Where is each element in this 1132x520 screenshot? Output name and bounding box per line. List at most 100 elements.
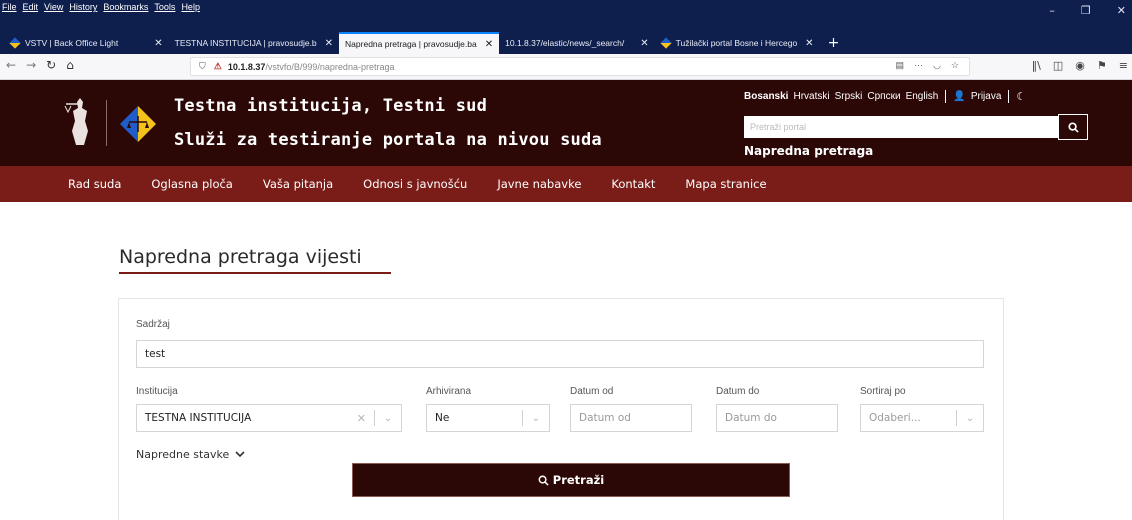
sidebar-icon[interactable]: ◫ <box>1053 59 1063 72</box>
tab-close-icon[interactable]: ✕ <box>154 38 162 49</box>
new-tab-icon[interactable]: + <box>820 35 848 54</box>
url-bar[interactable]: ⛉ ⚠ 10.1.8.37 /vstvfo/B/999/napredna-pre… <box>190 57 970 76</box>
menu-tools[interactable]: Tools <box>154 2 175 12</box>
nav-buttons: ← → ↻ ⌂ <box>6 58 74 72</box>
home-icon[interactable]: ⌂ <box>66 58 74 72</box>
window-controls: – ❐ ✕ <box>1049 4 1126 17</box>
institution-value: TESTNA INSTITUCIJA <box>145 412 252 424</box>
overflow-menu-icon[interactable]: ≡ <box>1119 59 1128 72</box>
url-host: 10.1.8.37 <box>227 61 266 72</box>
sort-select[interactable]: Odaberi... ⌄ <box>860 404 984 432</box>
content-value: test <box>145 348 166 360</box>
tab-back-office[interactable]: VSTV | Back Office Light ✕ <box>4 32 169 54</box>
nav-javne-nabavke[interactable]: Javne nabavke <box>497 177 581 191</box>
justice-statue-icon[interactable] <box>62 94 98 150</box>
toolbar-icons: ‖\ ◫ ◉ ⚑ ≡ <box>1032 59 1128 72</box>
nav-mapa-stranice[interactable]: Mapa stranice <box>685 177 766 191</box>
menu-view[interactable]: View <box>44 2 63 12</box>
restore-icon[interactable]: ❐ <box>1081 4 1091 17</box>
tab-napredna-pretraga[interactable]: Napredna pretraga | pravosudje.ba ✕ <box>339 32 500 54</box>
sort-label: Sortiraj po <box>860 386 906 397</box>
advanced-items-toggle[interactable]: Napredne stavke <box>136 448 245 461</box>
bookmark-star-icon[interactable]: ☆ <box>951 60 959 71</box>
nav-rad-suda[interactable]: Rad suda <box>68 177 121 191</box>
lang-english[interactable]: English <box>906 91 939 102</box>
menu-bookmarks[interactable]: Bookmarks <box>103 2 148 12</box>
tab-close-icon[interactable]: ✕ <box>640 38 648 49</box>
back-icon[interactable]: ← <box>6 58 16 72</box>
submit-label: Pretraži <box>552 473 605 487</box>
tab-label: VSTV | Back Office Light <box>25 38 119 48</box>
library-icon[interactable]: ‖\ <box>1032 59 1041 72</box>
tab-elastic-search[interactable]: 10.1.8.37/elastic/news/_search/ ✕ <box>499 32 654 54</box>
menu-list: File Edit View History Bookmarks Tools H… <box>2 2 200 12</box>
lang-srpski-cyrillic[interactable]: Српски <box>867 91 900 102</box>
favicon-icon <box>661 38 672 49</box>
menu-file[interactable]: File <box>2 2 17 12</box>
chevron-down-icon[interactable]: ⌄ <box>523 413 549 424</box>
account-icon[interactable]: ◉ <box>1075 59 1085 72</box>
tab-bar: VSTV | Back Office Light ✕ TESTNA INSTIT… <box>0 30 1132 54</box>
search-icon <box>1067 121 1079 133</box>
menu-edit[interactable]: Edit <box>23 2 39 12</box>
institution-select-controls: ✕ ⌄ <box>357 405 401 431</box>
search-icon <box>538 475 549 486</box>
date-from-input[interactable]: Datum od <box>570 404 692 432</box>
date-to-input[interactable]: Datum do <box>716 404 838 432</box>
main-nav: Rad suda Oglasna ploča Vaša pitanja Odno… <box>0 166 1132 202</box>
nav-kontakt[interactable]: Kontakt <box>611 177 655 191</box>
sort-select-controls: ⌄ <box>956 405 983 431</box>
menu-help[interactable]: Help <box>181 2 200 12</box>
chevron-down-icon[interactable]: ⌄ <box>375 413 401 424</box>
browser-navbar: ← → ↻ ⌂ ⛉ ⚠ 10.1.8.37 /vstvfo/B/999/napr… <box>0 54 1132 80</box>
nav-oglasna-ploca[interactable]: Oglasna ploča <box>151 177 232 191</box>
archived-select[interactable]: Ne ⌄ <box>426 404 550 432</box>
lang-hrvatski[interactable]: Hrvatski <box>793 91 829 102</box>
nav-odnosi-s-javnoscu[interactable]: Odnosi s javnošću <box>363 177 467 191</box>
institution-select[interactable]: TESTNA INSTITUCIJA ✕ ⌄ <box>136 404 402 432</box>
content-input[interactable]: test <box>136 340 984 368</box>
lang-srpski[interactable]: Srpski <box>835 91 863 102</box>
insecure-lock-icon[interactable]: ⚠ <box>214 61 222 72</box>
tab-testna-institucija[interactable]: TESTNA INSTITUCIJA | pravosudje.b ✕ <box>169 32 339 54</box>
tab-close-icon[interactable]: ✕ <box>485 39 493 50</box>
login-link[interactable]: Prijava <box>971 91 1002 102</box>
chevron-down-icon <box>235 451 245 458</box>
search-submit-button[interactable]: Pretraži <box>352 463 790 497</box>
minimize-icon[interactable]: – <box>1049 4 1055 17</box>
lang-divider <box>945 90 947 103</box>
user-icon[interactable]: 👤 <box>953 91 965 102</box>
close-window-icon[interactable]: ✕ <box>1117 4 1126 17</box>
content-label: Sadržaj <box>136 319 170 330</box>
institution-title[interactable]: Testna institucija, Testni sud <box>174 96 487 116</box>
page-actions-icon[interactable]: ··· <box>914 60 923 71</box>
menu-history[interactable]: History <box>69 2 97 12</box>
advanced-search-link[interactable]: Napredna pretraga <box>744 144 873 158</box>
portal-search-input[interactable] <box>744 116 1058 138</box>
date-to-label: Datum do <box>716 386 760 397</box>
chevron-down-icon[interactable]: ⌄ <box>957 413 983 424</box>
pocket-icon[interactable]: ◡ <box>933 60 941 71</box>
portal-search-button[interactable] <box>1058 114 1088 140</box>
favicon-icon <box>10 38 21 49</box>
reload-icon[interactable]: ↻ <box>46 58 56 72</box>
shield-icon[interactable]: ⛉ <box>199 61 206 72</box>
clear-icon[interactable]: ✕ <box>357 412 374 425</box>
reader-view-icon[interactable]: ▤ <box>896 60 905 71</box>
login-divider <box>1008 90 1010 103</box>
browser-menubar: File Edit View History Bookmarks Tools H… <box>0 0 1132 30</box>
dark-mode-icon[interactable]: ☾ <box>1016 90 1026 103</box>
site-header: Testna institucija, Testni sud Služi za … <box>0 80 1132 166</box>
tab-close-icon[interactable]: ✕ <box>325 38 333 49</box>
tab-tuzilacki-portal[interactable]: Tužilački portal Bosne i Hercego ✕ <box>655 32 820 54</box>
institution-subtitle: Služi za testiranje portala na nivou sud… <box>174 130 602 150</box>
scales-logo-icon[interactable] <box>118 104 158 144</box>
nav-vasa-pitanja[interactable]: Vaša pitanja <box>263 177 333 191</box>
sort-placeholder: Odaberi... <box>869 412 921 424</box>
forward-icon[interactable]: → <box>26 58 36 72</box>
lang-bosanski[interactable]: Bosanski <box>744 91 788 102</box>
institution-label: Institucija <box>136 386 178 397</box>
extensions-icon[interactable]: ⚑ <box>1097 59 1107 72</box>
tab-close-icon[interactable]: ✕ <box>805 38 813 49</box>
url-path: /vstvfo/B/999/napredna-pretraga <box>265 61 395 72</box>
